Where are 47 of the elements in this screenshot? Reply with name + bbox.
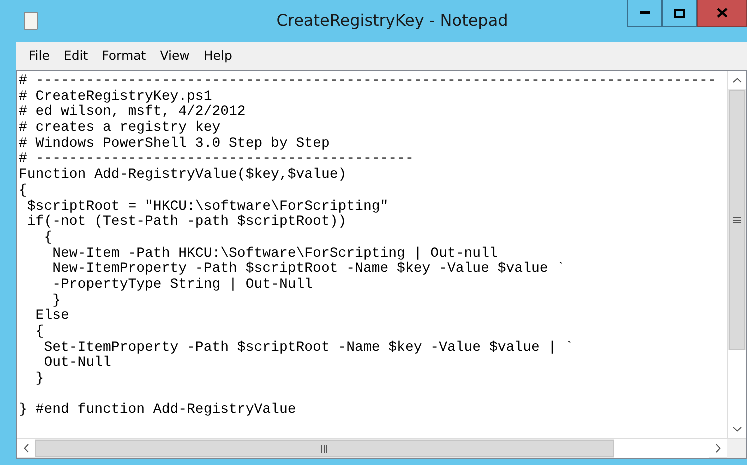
horizontal-scroll-thumb[interactable] xyxy=(35,440,614,457)
chevron-up-icon xyxy=(732,78,742,82)
vertical-scroll-thumb[interactable] xyxy=(729,90,745,350)
grip-icon xyxy=(733,216,741,224)
code-line: Set-ItemProperty -Path $scriptRoot -Name $key -Value $value | ` xyxy=(43,340,574,356)
code-line: # ed wilson, msft, 4/2/2012 xyxy=(19,104,246,120)
code-line: # CreateRegistryKey.ps1 xyxy=(19,88,212,105)
minimize-icon xyxy=(640,11,650,15)
menu-item[interactable]: Help xyxy=(196,46,240,66)
chevron-right-icon xyxy=(716,444,720,452)
code-line: New-ItemProperty -Path $scriptRoot -Name $key -Value $value ` xyxy=(52,261,566,278)
maximize-button[interactable] xyxy=(662,0,697,27)
menu-item[interactable]: Edit xyxy=(56,46,96,66)
code-line: # Windows PowerShell 3.0 Step by Step xyxy=(19,136,330,152)
maximize-icon xyxy=(674,8,685,18)
scroll-down-button[interactable] xyxy=(728,420,746,438)
resize-grip[interactable] xyxy=(727,439,746,458)
scroll-right-button[interactable] xyxy=(709,439,727,457)
window-title: CreateRegistryKey - Notepad xyxy=(276,11,508,30)
code-line: # --------------------------------------------------------------------------------- xyxy=(19,73,716,89)
scroll-up-button[interactable] xyxy=(728,71,746,89)
close-icon xyxy=(716,8,728,18)
code-line: } #end function Add-RegistryValue xyxy=(19,402,296,418)
code-line: # --------------------------------------------- xyxy=(19,151,414,168)
code-line: } xyxy=(34,371,44,388)
code-line: if(-not (Test-Path -path $scriptRoot)) xyxy=(26,214,347,230)
code-line: { xyxy=(19,182,28,199)
chevron-down-icon xyxy=(732,426,742,432)
code-line: { xyxy=(34,324,44,340)
code-line: Out-Null xyxy=(43,355,112,372)
scroll-left-button[interactable] xyxy=(17,439,35,457)
menu-item[interactable]: Format xyxy=(95,46,154,66)
menu-item[interactable]: View xyxy=(153,46,197,66)
grip-icon xyxy=(321,444,328,452)
notepad-app-icon xyxy=(24,12,38,30)
code-line: # creates a registry key xyxy=(19,120,221,136)
code-line: { xyxy=(43,230,53,246)
code-line: Function Add-RegistryValue($key,$value) xyxy=(19,167,347,184)
minimize-button[interactable] xyxy=(627,0,662,27)
close-button[interactable] xyxy=(697,0,747,27)
code-line: $scriptRoot = "HKCU:\software\ForScripting" xyxy=(26,198,389,214)
code-line: Else xyxy=(34,308,70,324)
code-line: } xyxy=(52,292,62,309)
chevron-left-icon xyxy=(24,444,28,452)
menu-item[interactable]: File xyxy=(22,46,57,66)
code-line: New-Item -Path HKCU:\Software\ForScripting | Out-null xyxy=(52,246,498,262)
code-line: -PropertyType String | Out-Null xyxy=(52,276,314,293)
